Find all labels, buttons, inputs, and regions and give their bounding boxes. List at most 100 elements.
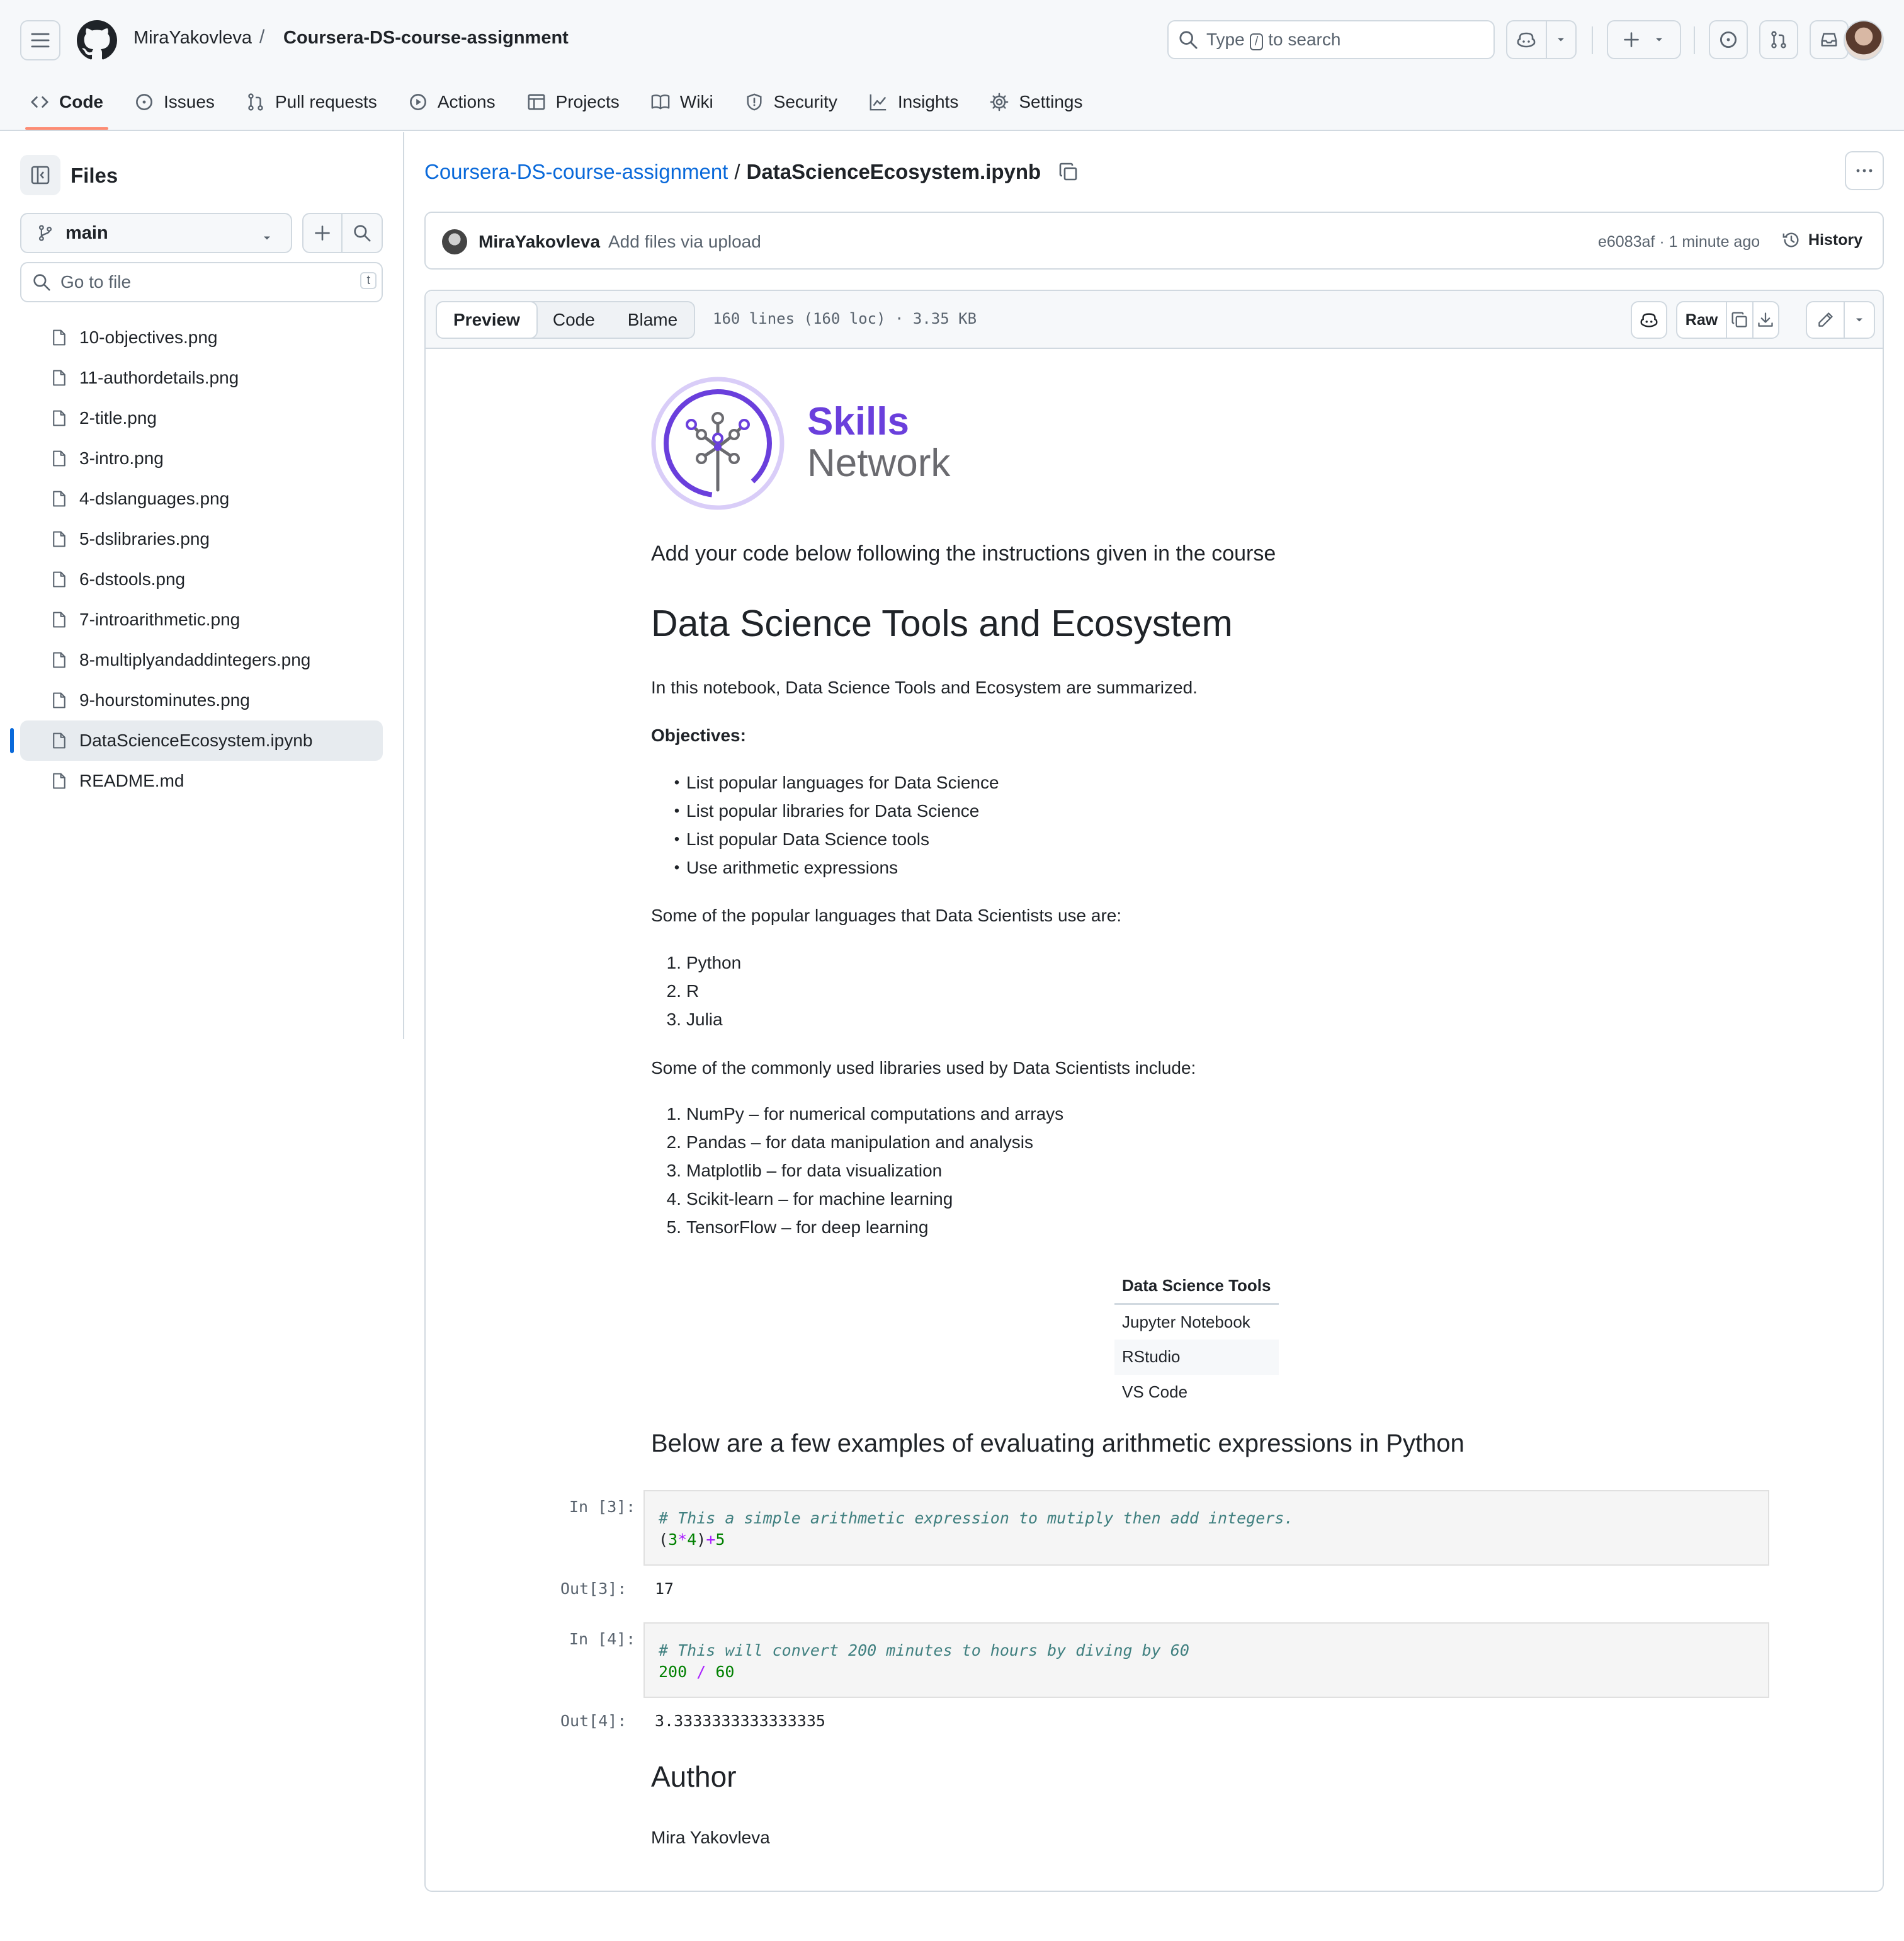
commit-message[interactable]: Add files via upload	[608, 232, 761, 252]
go-to-file-input[interactable]: Go to file t	[20, 262, 383, 302]
collapse-sidebar-button[interactable]	[20, 155, 60, 195]
file-tree-item[interactable]: README.md	[20, 761, 383, 801]
menu-button[interactable]	[20, 20, 60, 60]
commit-author-avatar[interactable]	[442, 229, 467, 254]
tab-settings[interactable]: Settings	[980, 83, 1092, 121]
copilot-button[interactable]	[1506, 20, 1577, 59]
owner-link[interactable]: MiraYakovleva	[133, 28, 252, 48]
author-name: Mira Yakovleva	[651, 1828, 770, 1847]
inbox-icon	[1821, 33, 1837, 47]
code-comment: # This a simple arithmetic expression to…	[659, 1509, 1294, 1527]
tab-label: Settings	[1019, 92, 1083, 111]
file-tree-item[interactable]: 5-dslibraries.png	[20, 519, 383, 559]
languages-intro: Some of the popular languages that Data …	[651, 906, 1122, 925]
branch-icon	[38, 225, 52, 241]
inbox-button[interactable]	[1810, 20, 1849, 59]
tab-actions[interactable]: Actions	[399, 83, 506, 121]
list-item: 1. Python	[666, 952, 742, 972]
file-tree-item[interactable]: 4-dslanguages.png	[20, 479, 383, 519]
user-avatar[interactable]	[1844, 20, 1884, 60]
list-item: List popular Data Science tools	[651, 825, 999, 853]
tab-issues[interactable]: Issues	[125, 83, 225, 121]
repo-link[interactable]: Coursera-DS-course-assignment	[283, 28, 569, 48]
file-tree-item[interactable]: 7-introarithmetic.png	[20, 600, 383, 640]
tab-projects[interactable]: Projects	[517, 83, 630, 121]
search-placeholder: Type / to search	[1206, 29, 1341, 50]
file-name: 10-objectives.png	[79, 327, 218, 347]
tab-security[interactable]: Security	[735, 83, 847, 121]
create-new-button[interactable]	[1607, 20, 1681, 59]
input-prompt: In [3]:	[569, 1498, 636, 1516]
table-row: VS Code	[1114, 1375, 1279, 1410]
edit-options-button[interactable]	[1845, 302, 1874, 338]
file-tree-item[interactable]: 10-objectives.png	[20, 317, 383, 358]
edit-file-button[interactable]	[1807, 302, 1845, 338]
shield-icon	[747, 93, 762, 111]
file-icon	[53, 773, 65, 789]
breadcrumb-repo-link[interactable]: Coursera-DS-course-assignment	[424, 160, 728, 184]
tab-code[interactable]: Code	[20, 83, 113, 130]
tab-preview[interactable]: Preview	[436, 301, 538, 339]
file-tree-item[interactable]: 11-authordetails.png	[20, 358, 383, 398]
plus-icon	[315, 225, 330, 241]
github-logo-icon[interactable]	[77, 20, 117, 60]
tab-insights[interactable]: Insights	[859, 83, 969, 121]
file-tree-item[interactable]: 8-multiplyandaddintegers.png	[20, 640, 383, 680]
tab-blame[interactable]: Blame	[611, 302, 694, 338]
tab-code-view[interactable]: Code	[536, 302, 611, 338]
more-options-button[interactable]	[1845, 151, 1884, 190]
file-name: 4-dslanguages.png	[79, 489, 230, 508]
search-code-button[interactable]	[343, 214, 382, 252]
add-file-button[interactable]	[303, 214, 343, 252]
file-icon	[53, 370, 65, 386]
chevron-down-icon	[1558, 38, 1565, 42]
tab-wiki[interactable]: Wiki	[641, 83, 723, 121]
file-icon	[53, 531, 65, 547]
download-button[interactable]	[1754, 302, 1779, 338]
issue-icon	[1720, 31, 1737, 48]
code-icon	[31, 96, 48, 108]
chevron-down-icon	[264, 236, 270, 240]
breadcrumb-file-name: DataScienceEcosystem.ipynb	[746, 160, 1041, 183]
issue-icon	[136, 94, 152, 110]
list-item: 3. Julia	[666, 1009, 723, 1029]
file-name: 5-dslibraries.png	[79, 529, 210, 549]
table-cell: RStudio	[1114, 1339, 1279, 1375]
raw-button[interactable]: Raw	[1677, 302, 1728, 338]
file-icon	[53, 732, 65, 749]
file-icon	[53, 329, 65, 346]
copilot-ask-button[interactable]	[1631, 301, 1667, 339]
list-item: 1. NumPy – for numerical computations and…	[666, 1103, 1064, 1124]
files-title: Files	[71, 164, 118, 187]
table-row: RStudio	[1114, 1339, 1279, 1375]
tab-label: Wiki	[679, 92, 713, 111]
chevron-down-icon	[1856, 318, 1862, 322]
file-viewer: Preview Code Blame 160 lines (160 loc) ·…	[424, 290, 1884, 1892]
sidebar-actions	[302, 213, 383, 253]
branch-selector[interactable]: main	[20, 213, 292, 253]
tab-label: Issues	[164, 92, 215, 111]
table-cell: VS Code	[1122, 1382, 1188, 1401]
file-tree-item[interactable]: 6-dstools.png	[20, 559, 383, 600]
copy-path-button[interactable]	[1058, 162, 1079, 182]
top-header: MiraYakovleva / Coursera-DS-course-assig…	[0, 0, 1904, 131]
copy-raw-button[interactable]	[1727, 302, 1754, 338]
file-tree-item[interactable]: 3-intro.png	[20, 438, 383, 479]
tab-pull-requests[interactable]: Pull requests	[236, 83, 387, 121]
file-tree-item-selected[interactable]: DataScienceEcosystem.ipynb	[10, 720, 383, 761]
branch-name: main	[65, 222, 108, 243]
file-name: 6-dstools.png	[79, 569, 186, 589]
file-icon	[53, 410, 65, 426]
file-tree-item[interactable]: 9-hourstominutes.png	[20, 680, 383, 720]
file-icon	[53, 571, 65, 588]
search-input[interactable]: Type / to search	[1167, 20, 1495, 59]
commit-sha-time[interactable]: e6083af · 1 minute ago	[1598, 233, 1760, 251]
file-tree-item[interactable]: 2-title.png	[20, 398, 383, 438]
file-icon	[53, 692, 65, 709]
search-shortcut-key: /	[1249, 33, 1264, 50]
commit-author[interactable]: MiraYakovleva	[479, 232, 600, 252]
pull-requests-button[interactable]	[1759, 20, 1798, 59]
file-name: 7-introarithmetic.png	[79, 610, 241, 629]
history-button[interactable]: History	[1782, 231, 1862, 249]
issues-button[interactable]	[1709, 20, 1748, 59]
